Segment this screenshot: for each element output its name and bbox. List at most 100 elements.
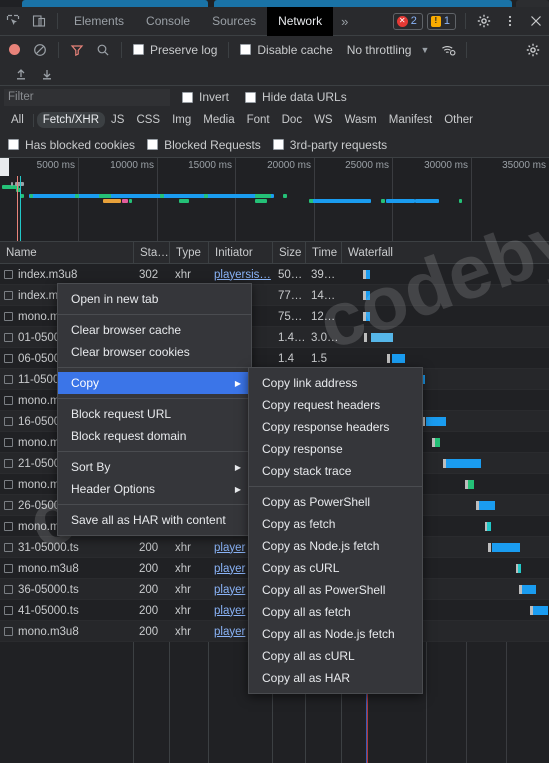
search-icon[interactable] <box>90 37 116 63</box>
cell-name[interactable]: 41-05000.ts <box>0 600 133 621</box>
export-har-icon[interactable] <box>34 61 60 87</box>
error-count-badge[interactable]: ✕ 2 <box>392 12 423 30</box>
cell-name[interactable]: mono.m3u8 <box>0 558 133 579</box>
row-checkbox[interactable] <box>4 354 13 363</box>
invert-checkbox[interactable] <box>182 91 193 103</box>
menu-item-copy-response[interactable]: Copy response <box>249 438 422 460</box>
menu-item-copy-response-headers[interactable]: Copy response headers <box>249 416 422 438</box>
row-checkbox[interactable] <box>4 375 13 384</box>
type-filter-other[interactable]: Other <box>438 112 479 128</box>
menu-item-copy-all-as-node-js-fetch[interactable]: Copy all as Node.js fetch <box>249 623 422 645</box>
kebab-menu-icon[interactable] <box>497 8 523 34</box>
menu-item-copy-all-as-curl[interactable]: Copy all as cURL <box>249 645 422 667</box>
row-checkbox[interactable] <box>4 270 13 279</box>
menu-item-copy-as-fetch[interactable]: Copy as fetch <box>249 513 422 535</box>
menu-item-copy-link-address[interactable]: Copy link address <box>249 372 422 394</box>
copy-submenu[interactable]: Copy link address Copy request headers Cop… <box>248 367 423 694</box>
row-checkbox[interactable] <box>4 438 13 447</box>
menu-item-clear-browser-cache[interactable]: Clear browser cache <box>58 319 251 341</box>
tab-elements[interactable]: Elements <box>63 7 135 36</box>
menu-item-copy-stack-trace[interactable]: Copy stack trace <box>249 460 422 482</box>
third-party-requests-toggle[interactable]: 3rd-party requests <box>272 138 387 152</box>
cell-name[interactable]: 36-05000.ts <box>0 579 133 600</box>
row-checkbox[interactable] <box>4 333 13 342</box>
type-filter-wasm[interactable]: Wasm <box>339 112 383 128</box>
chevron-down-icon[interactable]: ▼ <box>420 45 429 55</box>
context-menu[interactable]: Open in new tab Clear browser cache Clear … <box>57 283 252 536</box>
row-checkbox[interactable] <box>4 627 13 636</box>
type-filter-ws[interactable]: WS <box>308 112 339 128</box>
filter-icon[interactable] <box>64 37 90 63</box>
initiator-link[interactable]: player <box>214 542 245 554</box>
row-checkbox[interactable] <box>4 480 13 489</box>
tab-console[interactable]: Console <box>135 7 201 36</box>
network-overview-timeline[interactable]: 5000 ms 10000 ms 15000 ms 20000 ms 25000 ms 3… <box>0 158 549 242</box>
import-har-icon[interactable] <box>8 61 34 87</box>
row-checkbox[interactable] <box>4 543 13 552</box>
disable-cache-toggle[interactable]: Disable cache <box>240 43 333 57</box>
blocked-requests-toggle[interactable]: Blocked Requests <box>147 138 261 152</box>
tab-sources[interactable]: Sources <box>201 7 267 36</box>
row-checkbox[interactable] <box>4 396 13 405</box>
menu-item-copy-as-curl[interactable]: Copy as cURL <box>249 557 422 579</box>
menu-item-copy-all-as-har[interactable]: Copy all as HAR <box>249 667 422 689</box>
record-button[interactable] <box>9 44 20 55</box>
type-filter-css[interactable]: CSS <box>130 112 166 128</box>
menu-item-copy-request-headers[interactable]: Copy request headers <box>249 394 422 416</box>
menu-item-header-options[interactable]: Header Options ▶ <box>58 478 251 500</box>
type-filter-manifest[interactable]: Manifest <box>383 112 438 128</box>
type-filter-fetch-xhr[interactable]: Fetch/XHR <box>36 112 106 128</box>
clear-button[interactable] <box>27 37 53 63</box>
disable-cache-checkbox[interactable] <box>240 44 252 55</box>
cell-name[interactable]: index.m3u8 <box>0 264 133 285</box>
device-toolbar-icon[interactable] <box>26 8 52 34</box>
initiator-link[interactable]: player <box>214 584 245 596</box>
inspect-element-icon[interactable] <box>0 8 26 34</box>
row-checkbox[interactable] <box>4 585 13 594</box>
type-filter-font[interactable]: Font <box>241 112 276 128</box>
network-conditions-icon[interactable] <box>435 37 461 63</box>
table-row[interactable]: index.m3u8 302 xhr playersis… 50… 39… <box>0 264 549 285</box>
row-checkbox[interactable] <box>4 291 13 300</box>
initiator-link[interactable]: player <box>214 605 245 617</box>
column-header-sta[interactable]: Sta… <box>133 242 169 264</box>
row-checkbox[interactable] <box>4 417 13 426</box>
column-header-waterfall[interactable]: Waterfall <box>341 242 549 264</box>
menu-item-copy-all-as-powershell[interactable]: Copy all as PowerShell <box>249 579 422 601</box>
row-checkbox[interactable] <box>4 501 13 510</box>
menu-item-copy-as-node-js-fetch[interactable]: Copy as Node.js fetch <box>249 535 422 557</box>
hide-data-urls-checkbox[interactable] <box>245 91 257 103</box>
initiator-link[interactable]: playersis… <box>214 269 271 281</box>
row-checkbox[interactable] <box>4 564 13 573</box>
third-party-requests-checkbox[interactable] <box>272 139 284 150</box>
invert-toggle[interactable]: Invert <box>182 90 229 104</box>
menu-item-sort-by[interactable]: Sort By ▶ <box>58 456 251 478</box>
has-blocked-cookies-toggle[interactable]: Has blocked cookies <box>8 138 135 152</box>
throttling-select[interactable]: No throttling <box>347 43 412 57</box>
browser-new-tab-button[interactable] <box>516 0 549 7</box>
menu-item-copy-all-as-fetch[interactable]: Copy all as fetch <box>249 601 422 623</box>
overview-left-handle[interactable] <box>0 158 9 176</box>
column-header-name[interactable]: Name <box>0 242 133 264</box>
type-filter-doc[interactable]: Doc <box>276 112 308 128</box>
menu-item-block-request-url[interactable]: Block request URL <box>58 403 251 425</box>
hide-data-urls-toggle[interactable]: Hide data URLs <box>245 90 347 104</box>
type-filter-all[interactable]: All <box>5 112 30 128</box>
menu-item-block-request-domain[interactable]: Block request domain <box>58 425 251 447</box>
gear-icon[interactable] <box>471 8 497 34</box>
preserve-log-toggle[interactable]: Preserve log <box>133 43 217 57</box>
type-filter-media[interactable]: Media <box>197 112 240 128</box>
row-checkbox[interactable] <box>4 459 13 468</box>
column-header-initiator[interactable]: Initiator <box>208 242 272 264</box>
warning-count-badge[interactable]: ! 1 <box>426 12 456 30</box>
cell-name[interactable]: 31-05000.ts <box>0 537 133 558</box>
close-icon[interactable] <box>523 8 549 34</box>
more-tabs-button[interactable]: » <box>333 7 356 36</box>
network-settings-gear-icon[interactable] <box>520 37 546 63</box>
row-checkbox[interactable] <box>4 312 13 321</box>
column-header-time[interactable]: Time <box>305 242 341 264</box>
menu-item-clear-browser-cookies[interactable]: Clear browser cookies <box>58 341 251 363</box>
column-header-size[interactable]: Size <box>272 242 305 264</box>
search-input[interactable] <box>4 88 170 106</box>
menu-item-copy-as-powershell[interactable]: Copy as PowerShell <box>249 491 422 513</box>
